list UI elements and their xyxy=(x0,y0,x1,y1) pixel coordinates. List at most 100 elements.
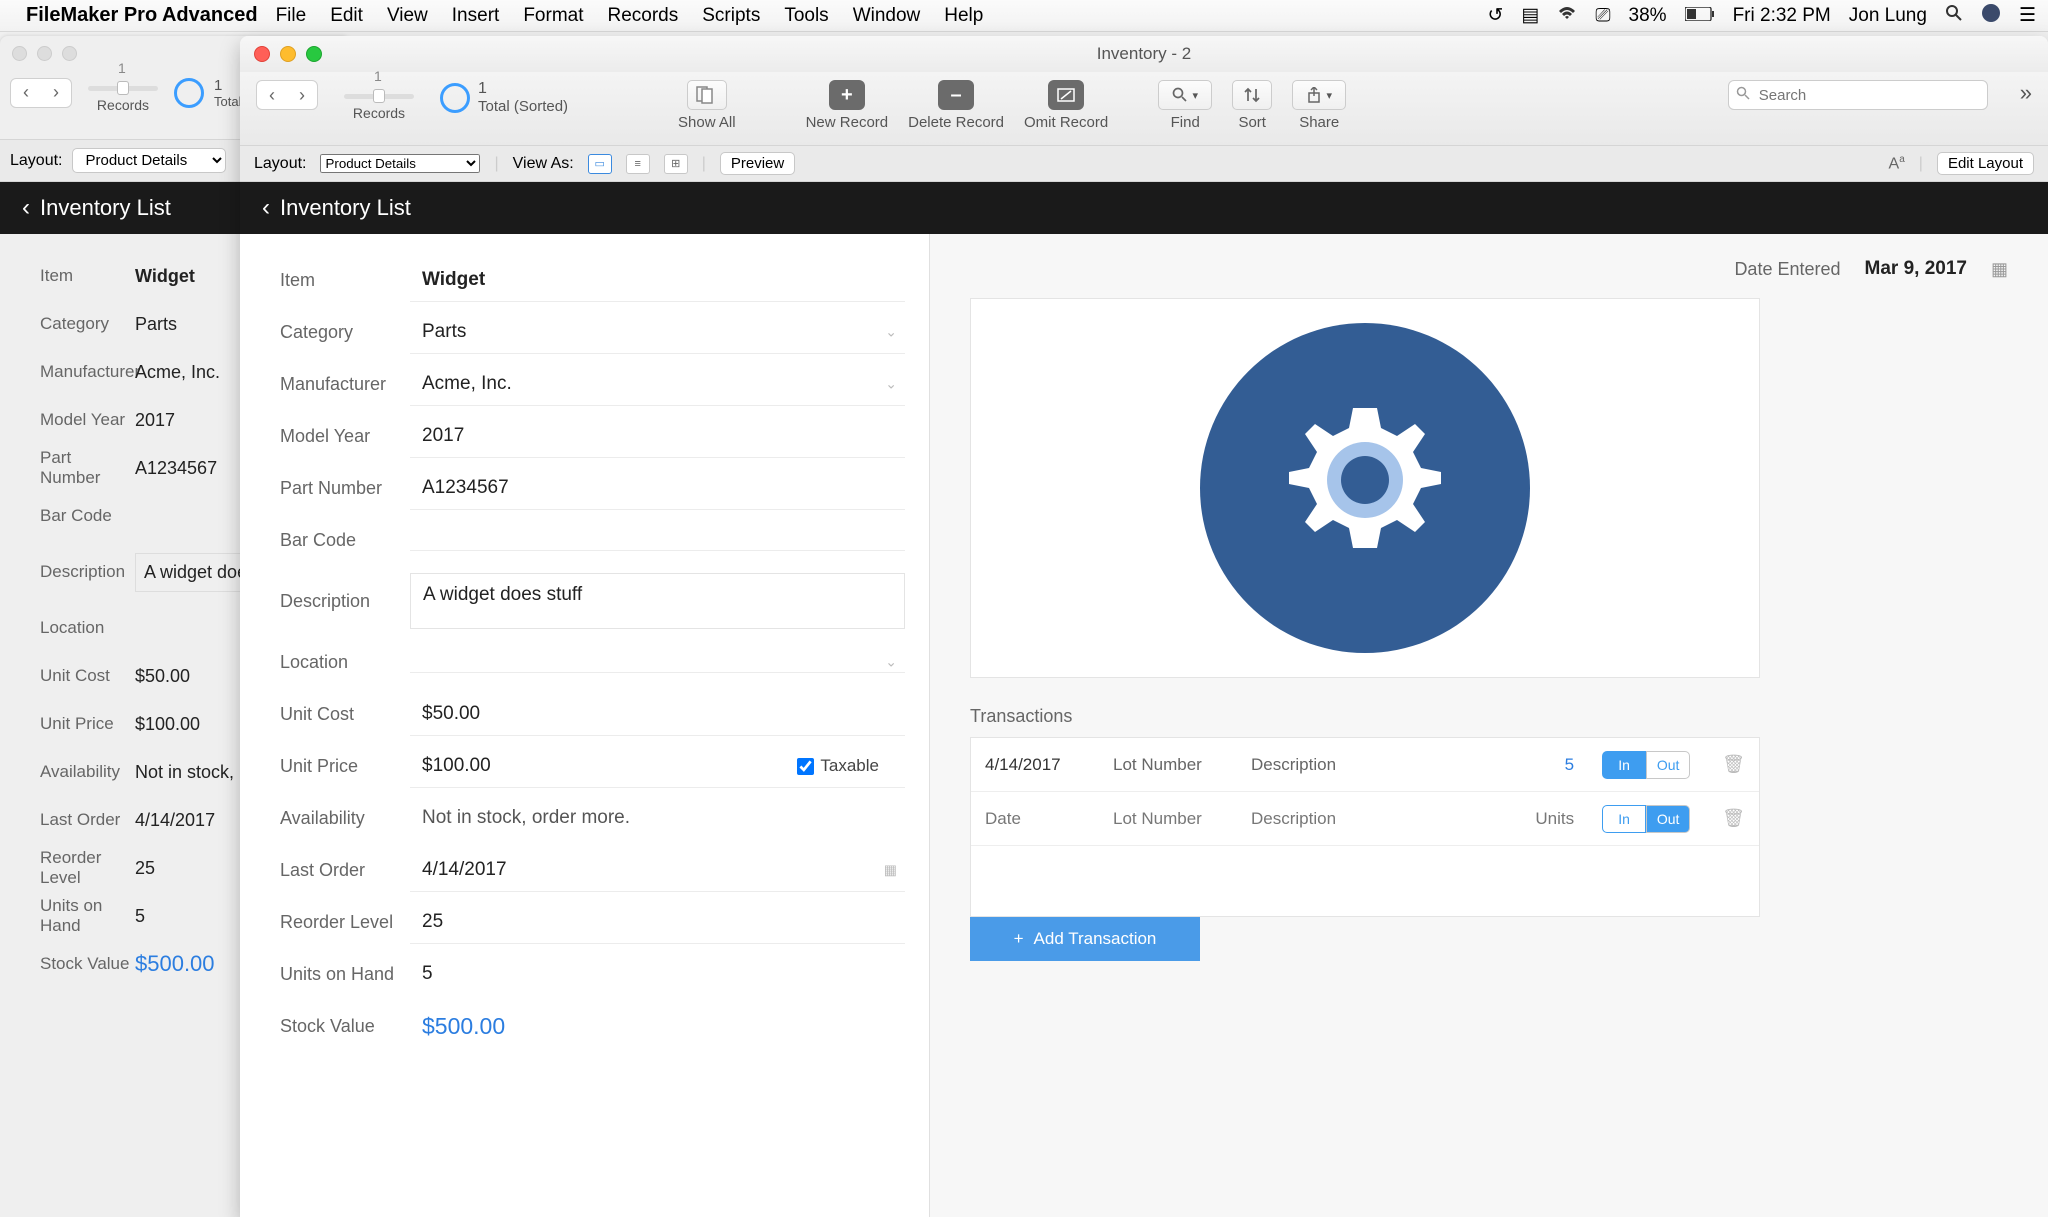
trans-units[interactable]: Units xyxy=(1524,809,1584,829)
menu-tools[interactable]: Tools xyxy=(784,5,828,27)
share-button[interactable]: ▾ xyxy=(1292,80,1346,110)
notification-center-icon[interactable]: ☰ xyxy=(2019,4,2036,27)
next-record-icon[interactable]: › xyxy=(287,85,317,106)
view-list-button[interactable]: ≡ xyxy=(626,154,650,174)
view-form-button[interactable]: ▭ xyxy=(588,154,612,174)
zoom-dot-inactive[interactable] xyxy=(62,46,77,61)
detail-form: ItemWidget CategoryParts⌄ ManufacturerAc… xyxy=(240,234,930,1217)
date-entered-value[interactable]: Mar 9, 2017 xyxy=(1865,258,1967,280)
menu-file[interactable]: File xyxy=(276,5,307,27)
time-machine-icon[interactable]: ↺ xyxy=(1487,4,1503,27)
modelyear-field[interactable]: 2017 xyxy=(410,415,905,458)
lastorder-field[interactable]: 4/14/2017▦ xyxy=(410,849,905,892)
reorder-field[interactable]: 25 xyxy=(410,901,905,944)
onhand-label: Units on Hand xyxy=(240,964,410,985)
clock[interactable]: Fri 2:32 PM xyxy=(1733,5,1831,27)
record-nav-buttons[interactable]: ‹ › xyxy=(256,80,318,110)
taxable-checkbox[interactable] xyxy=(797,758,814,775)
barcode-label-bg: Bar Code xyxy=(0,506,135,526)
menu-records[interactable]: Records xyxy=(608,5,679,27)
trans-date[interactable]: 4/14/2017 xyxy=(985,755,1095,775)
display-icon[interactable]: ▤ xyxy=(1521,4,1539,27)
menu-view[interactable]: View xyxy=(387,5,428,27)
find-button[interactable]: ▾ xyxy=(1158,80,1212,110)
add-transaction-button[interactable]: + Add Transaction xyxy=(970,917,1200,961)
trash-icon[interactable]: 🗑 xyxy=(1722,808,1745,829)
barcode-field[interactable] xyxy=(410,530,905,551)
minimize-dot-inactive[interactable] xyxy=(37,46,52,61)
unitcost-field[interactable]: $50.00 xyxy=(410,693,905,736)
category-field[interactable]: Parts⌄ xyxy=(410,311,905,354)
omitrecord-button[interactable] xyxy=(1048,80,1084,110)
siri-icon[interactable] xyxy=(1981,3,2001,29)
deleterecord-button[interactable]: – xyxy=(938,80,974,110)
layout-select[interactable]: Product Details xyxy=(320,154,480,173)
showall-button[interactable] xyxy=(687,80,727,110)
record-slider[interactable] xyxy=(344,94,414,99)
menu-edit[interactable]: Edit xyxy=(330,5,363,27)
minimize-button[interactable] xyxy=(280,46,296,62)
preview-button[interactable]: Preview xyxy=(720,152,795,175)
layout-label-bg: Layout: xyxy=(10,152,62,170)
airplay-icon[interactable]: ⎚ xyxy=(1595,5,1610,27)
description-field[interactable]: A widget does stuff xyxy=(410,573,905,629)
editlayout-button[interactable]: Edit Layout xyxy=(1937,152,2034,175)
trans-in-button[interactable]: In xyxy=(1602,805,1646,833)
record-nav-buttons-bg[interactable]: ‹ › xyxy=(10,78,72,108)
wifi-icon[interactable] xyxy=(1557,5,1577,27)
trans-desc[interactable]: Description xyxy=(1251,755,1506,775)
back-chevron-icon[interactable]: ‹ xyxy=(22,194,30,222)
back-chevron-icon[interactable]: ‹ xyxy=(262,194,270,222)
partnum-field[interactable]: A1234567 xyxy=(410,467,905,510)
calendar-icon[interactable]: ▦ xyxy=(884,861,897,878)
pie-chart-icon[interactable] xyxy=(440,83,470,113)
trans-lot[interactable]: Lot Number xyxy=(1113,809,1233,829)
trans-out-button[interactable]: Out xyxy=(1646,805,1690,833)
page-header[interactable]: ‹ Inventory List xyxy=(240,182,2048,234)
onhand-value: 5 xyxy=(410,953,905,995)
spotlight-icon[interactable] xyxy=(1945,4,1963,28)
next-record-icon[interactable]: › xyxy=(41,82,71,103)
menu-scripts[interactable]: Scripts xyxy=(702,5,760,27)
trans-out-button[interactable]: Out xyxy=(1646,751,1690,779)
product-image-container[interactable] xyxy=(970,298,1760,678)
user-name[interactable]: Jon Lung xyxy=(1849,5,1927,27)
record-slider-bg[interactable] xyxy=(88,86,158,91)
search-input[interactable] xyxy=(1728,80,1988,110)
pie-chart-icon-bg[interactable] xyxy=(174,78,204,108)
menu-window[interactable]: Window xyxy=(853,5,921,27)
prev-record-icon[interactable]: ‹ xyxy=(11,82,41,103)
zoom-button[interactable] xyxy=(306,46,322,62)
prev-record-icon[interactable]: ‹ xyxy=(257,85,287,106)
trans-units[interactable]: 5 xyxy=(1524,755,1584,775)
trans-lot[interactable]: Lot Number xyxy=(1113,755,1233,775)
item-field[interactable]: Widget xyxy=(410,259,905,302)
dropdown-icon: ⌄ xyxy=(885,323,897,340)
view-table-button[interactable]: ⊞ xyxy=(664,154,688,174)
close-dot-inactive[interactable] xyxy=(12,46,27,61)
unitprice-label-bg: Unit Price xyxy=(0,714,135,734)
trans-desc[interactable]: Description xyxy=(1251,809,1506,829)
sort-label: Sort xyxy=(1238,114,1266,131)
menu-insert[interactable]: Insert xyxy=(452,5,500,27)
foreground-window: Inventory - 2 ‹ › 1 Records 1 Total (Sor… xyxy=(240,36,2048,1217)
sort-button[interactable] xyxy=(1232,80,1272,110)
trans-date[interactable]: Date xyxy=(985,809,1095,829)
location-field[interactable]: ⌄ xyxy=(410,652,905,673)
toolbar-overflow-icon[interactable]: » xyxy=(2020,80,2032,106)
battery-icon[interactable] xyxy=(1685,5,1715,27)
availability-label-bg: Availability xyxy=(0,762,135,782)
app-name[interactable]: FileMaker Pro Advanced xyxy=(26,4,258,27)
layout-select-bg[interactable]: Product Details xyxy=(72,148,226,173)
newrecord-button[interactable]: + xyxy=(829,80,865,110)
formatting-bar-icon[interactable]: Aa xyxy=(1889,154,1905,173)
calendar-icon[interactable]: ▦ xyxy=(1991,259,2008,280)
close-button[interactable] xyxy=(254,46,270,62)
manufacturer-field[interactable]: Acme, Inc.⌄ xyxy=(410,363,905,406)
partnum-label-bg: Part Number xyxy=(0,448,135,488)
trash-icon[interactable]: 🗑 xyxy=(1722,754,1745,775)
deleterecord-label: Delete Record xyxy=(908,114,1004,131)
menu-format[interactable]: Format xyxy=(523,5,583,27)
trans-in-button[interactable]: In xyxy=(1602,751,1646,779)
menu-help[interactable]: Help xyxy=(944,5,983,27)
